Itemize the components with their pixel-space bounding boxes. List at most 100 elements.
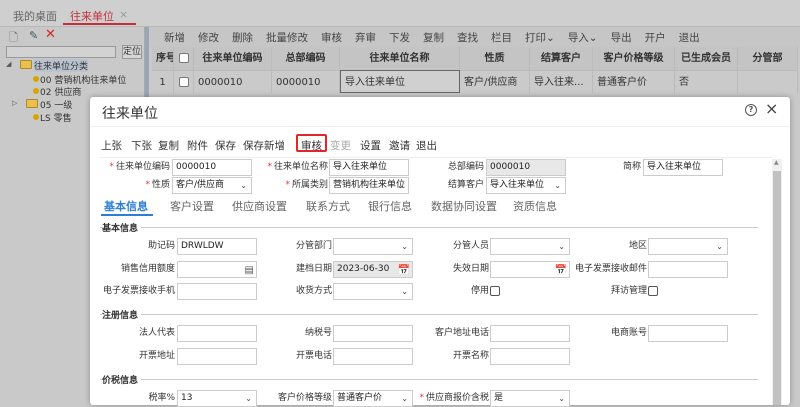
dialog-toolbar-button[interactable]: 保存新增 [243, 138, 285, 153]
form-tab[interactable]: 数据协同设置 [431, 198, 497, 214]
dialog-toolbar-button[interactable]: 退出 [416, 138, 437, 153]
field-label: 简称 [521, 159, 641, 175]
field-label-text: 失效日期 [452, 263, 489, 274]
form-tab[interactable]: 资质信息 [513, 198, 557, 214]
chevron-down-icon[interactable]: ⌄ [716, 239, 723, 254]
tab-desktop[interactable]: 我的桌面 [13, 8, 57, 24]
dialog-toolbar-button[interactable]: 设置 [360, 138, 381, 153]
tab-bar: 我的桌面 往来单位 × [0, 0, 800, 27]
toolbar-button[interactable]: 批量修改 [260, 30, 315, 45]
select-field[interactable]: ⌄ [648, 238, 728, 255]
toolbar-button[interactable]: 开户 [638, 30, 672, 45]
form-tab[interactable]: 银行信息 [368, 198, 412, 214]
table-cell[interactable]: 普通客户价 [593, 70, 675, 93]
form-tab[interactable]: 联系方式 [306, 198, 350, 214]
toolbar-button[interactable]: 导出 [604, 30, 638, 45]
tree-node[interactable]: LS 零售 [40, 111, 72, 124]
column-header[interactable] [174, 47, 194, 70]
field-label: 停用 [369, 283, 489, 299]
column-header[interactable]: 已生成会员 [675, 47, 738, 70]
toolbar-button[interactable]: 导入⌄ [561, 30, 604, 45]
dialog-toolbar-button[interactable]: 上张 [101, 138, 122, 153]
help-icon[interactable]: ? [745, 104, 757, 116]
edit-icon[interactable]: ✎ [29, 29, 38, 42]
select-field[interactable]: 是 ⌄ [490, 390, 570, 407]
field-value: 13 [181, 393, 193, 403]
chevron-down-icon[interactable]: ⌄ [558, 391, 565, 406]
toolbar-button[interactable]: 下发 [383, 30, 417, 45]
text-field[interactable] [648, 325, 728, 342]
dialog-toolbar-button[interactable]: 复制 [158, 138, 179, 153]
checkbox[interactable] [648, 286, 658, 296]
checkbox[interactable] [490, 286, 500, 296]
chevron-down-icon[interactable]: ⌄ [554, 178, 561, 193]
toolbar-button[interactable]: 新增 [150, 30, 192, 45]
form-tab[interactable]: 基本信息 [104, 198, 148, 214]
scrollbar-thumb[interactable] [773, 171, 781, 405]
dialog-toolbar-button[interactable]: 附件 [187, 138, 208, 153]
column-header[interactable]: 总部编码 [272, 47, 340, 70]
column-header[interactable]: 往来单位编码 [194, 47, 272, 70]
toolbar-button[interactable]: 退出 [672, 30, 706, 45]
toolbar-button[interactable]: 栏目 [485, 30, 519, 45]
field-label-text: 销售信用额度 [120, 263, 175, 274]
tree-toggle-icon[interactable]: ▷ [12, 99, 17, 107]
tab-partner-units[interactable]: 往来单位 [70, 8, 114, 24]
text-field[interactable] [490, 347, 570, 365]
partner-grid: 序号 往来单位编码 总部编码 往来单位名称 性质 结算客户 客户价格等级 已生成会员 分管部 1 0… [152, 47, 800, 93]
field-label: 开票电话 [212, 348, 332, 364]
tree-node[interactable]: 05 一级 [40, 98, 72, 111]
table-cell[interactable]: 0000010 [194, 70, 272, 93]
required-marker: * [267, 162, 272, 172]
toolbar-button[interactable]: 打印⌄ [519, 30, 562, 45]
toolbar-button[interactable]: 修改 [192, 30, 226, 45]
column-header[interactable]: 序号 [152, 47, 174, 70]
field-label-text: 分管人员 [452, 241, 489, 251]
table-cell[interactable]: 1 [152, 70, 174, 93]
delete-icon[interactable]: ✕ [45, 27, 56, 42]
field-label-text: 建档日期 [295, 263, 332, 274]
scroll-up-icon[interactable]: ▲ [774, 159, 779, 166]
field-label: 纳税号 [212, 325, 332, 341]
table-cell[interactable] [738, 70, 798, 93]
table-cell[interactable]: 导入往来... [530, 70, 593, 93]
table-cell[interactable]: 导入往来单位 [340, 70, 460, 93]
field-label: 地区 [527, 238, 647, 254]
tree-node[interactable]: 往来单位分类 [34, 59, 89, 72]
tree-toggle-icon[interactable]: ◢ [6, 60, 11, 68]
field-label-text: 停用 [470, 286, 489, 296]
toolbar-button[interactable]: 弃审 [349, 30, 383, 45]
field-label: 电子发票接收手机 [55, 283, 175, 299]
tree-node[interactable]: 02 供应商 [40, 85, 81, 98]
column-header[interactable]: 往来单位名称 [340, 47, 460, 70]
select-field[interactable]: 导入往来单位 ⌄ [486, 177, 566, 194]
locate-button[interactable]: 定位 [122, 45, 142, 59]
row-checkbox[interactable] [179, 77, 189, 87]
table-cell[interactable]: 否 [675, 70, 738, 93]
field-label-text: 开票地址 [138, 350, 175, 361]
tree-search-input[interactable] [6, 46, 116, 58]
field-label-text: 电商账号 [610, 328, 647, 338]
toolbar-button[interactable]: 查找 [451, 30, 485, 45]
text-field[interactable] [648, 260, 728, 278]
select-all-checkbox[interactable] [179, 53, 189, 63]
toolbar-button[interactable]: 删除 [226, 30, 260, 45]
column-header[interactable]: 性质 [460, 47, 530, 70]
column-header[interactable]: 客户价格等级 [593, 47, 675, 70]
dialog-toolbar-button[interactable]: 邀请 [389, 138, 410, 153]
dialog-toolbar-button[interactable]: 下张 [131, 138, 152, 153]
table-cell[interactable]: 0000010 [272, 70, 340, 93]
column-header[interactable]: 结算客户 [530, 47, 593, 70]
form-tab[interactable]: 客户设置 [170, 198, 214, 214]
table-cell[interactable] [174, 70, 194, 93]
toolbar-button[interactable]: 复制 [417, 30, 451, 45]
close-tab-icon[interactable]: × [119, 8, 128, 21]
dialog-toolbar-button[interactable]: 保存 [215, 138, 236, 153]
column-header[interactable]: 分管部 [738, 47, 798, 70]
table-cell[interactable]: 客户/供应商 [460, 70, 530, 93]
text-field[interactable]: 导入往来单位 [643, 159, 723, 176]
form-tab[interactable]: 供应商设置 [232, 198, 287, 214]
close-icon[interactable]: × [765, 99, 778, 118]
toolbar-button[interactable]: 审核 [315, 30, 349, 45]
field-label: 开票地址 [55, 348, 175, 364]
